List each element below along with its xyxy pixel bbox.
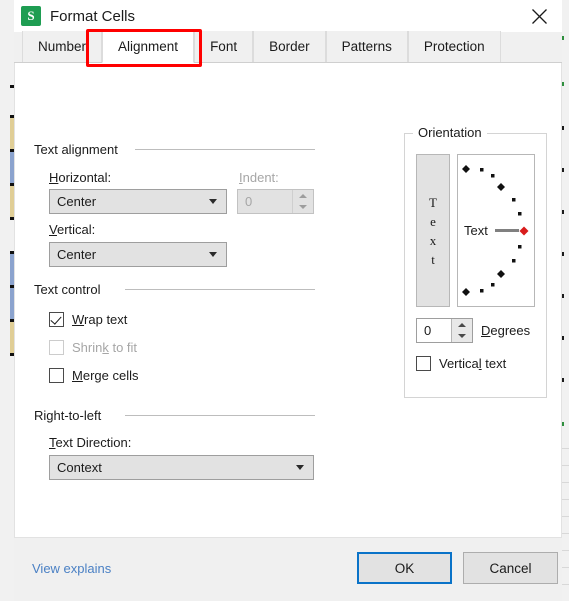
triangle-down-icon — [458, 334, 466, 339]
right-to-left-group-rule — [125, 415, 315, 416]
degrees-increment-button[interactable] — [452, 319, 472, 331]
format-cells-dialog: S Format Cells Number Alignment Font Bor… — [14, 0, 562, 601]
tab-patterns[interactable]: Patterns — [325, 31, 408, 62]
tab-number[interactable]: Number — [22, 31, 103, 62]
text-alignment-group-label: Text alignment — [34, 142, 123, 157]
indent-stepper-buttons[interactable] — [292, 190, 313, 213]
shrink-to-fit-checkbox: Shrink to fit — [49, 340, 137, 355]
tab-bar: Number Alignment Font Border Patterns Pr… — [14, 31, 562, 63]
dial-sample-text: Text — [464, 223, 488, 238]
orientation-dial[interactable]: Text — [457, 154, 535, 307]
shrink-to-fit-label: Shrink to fit — [72, 340, 138, 355]
text-direction-value: Context — [57, 460, 102, 475]
vertical-text-letter-t2: t — [431, 251, 435, 267]
wrap-text-checkbox[interactable]: Wrap text — [49, 312, 127, 327]
wrap-text-label: Wrap text — [72, 312, 128, 327]
tab-border[interactable]: Border — [253, 31, 326, 62]
checkbox-box — [49, 340, 64, 355]
degrees-stepper-buttons[interactable] — [451, 319, 472, 342]
checkbox-box — [416, 356, 431, 371]
close-button[interactable] — [517, 0, 562, 32]
dialog-title: Format Cells — [50, 7, 136, 25]
triangle-up-icon — [299, 193, 307, 198]
vertical-alignment-select[interactable]: Center — [49, 242, 227, 267]
dialog-footer: View explains OK Cancel — [14, 537, 562, 601]
close-icon — [531, 8, 548, 25]
text-alignment-group-rule — [135, 149, 315, 150]
horizontal-alignment-value: Center — [57, 194, 97, 209]
text-control-group-label: Text control — [34, 282, 106, 297]
vertical-alignment-value: Center — [57, 247, 97, 262]
text-direction-label: Text Direction: — [49, 435, 132, 450]
text-control-group-rule — [125, 289, 315, 290]
vertical-text-letter-t1: T — [429, 194, 437, 210]
cancel-button[interactable]: Cancel — [463, 552, 558, 584]
dialog-title-bar: S Format Cells — [14, 0, 562, 32]
chevron-down-icon — [296, 465, 304, 470]
vertical-text-orientation-button[interactable]: T e x t — [416, 154, 450, 307]
vertical-text-letter-e: e — [430, 213, 436, 229]
triangle-up-icon — [458, 322, 466, 327]
degrees-value: 0 — [424, 323, 432, 338]
view-explains-link[interactable]: View explains — [32, 561, 111, 576]
tab-font[interactable]: Font — [194, 31, 254, 62]
checkbox-box — [49, 368, 64, 383]
indent-value: 0 — [245, 194, 253, 209]
spreadsheet-app-icon: S — [21, 6, 41, 26]
vertical-text-checkbox[interactable]: Vertical text — [416, 356, 506, 371]
ok-button[interactable]: OK — [357, 552, 452, 584]
merge-cells-checkbox[interactable]: Merge cells — [49, 368, 138, 383]
orientation-group-label: Orientation — [413, 125, 487, 140]
vertical-text-label: Vertical text — [439, 356, 507, 371]
chevron-down-icon — [209, 199, 217, 204]
indent-stepper[interactable]: 0 — [237, 189, 314, 214]
dialog-content-area: Text alignment Horizontal: Center Indent… — [14, 63, 562, 568]
merge-cells-label: Merge cells — [72, 368, 139, 383]
tab-protection[interactable]: Protection — [407, 31, 501, 62]
right-to-left-group-label: Right-to-left — [34, 408, 107, 423]
degrees-stepper[interactable]: 0 — [416, 318, 473, 343]
checkbox-box — [49, 312, 64, 327]
indent-label: Indent: — [239, 170, 279, 185]
chevron-down-icon — [209, 252, 217, 257]
degrees-decrement-button[interactable] — [452, 331, 472, 343]
orientation-group: T e x t Text 0 Degrees Vertical text — [404, 133, 547, 398]
tab-alignment[interactable]: Alignment — [102, 31, 195, 63]
degrees-label: Degrees — [481, 323, 531, 338]
indent-decrement-button[interactable] — [293, 202, 313, 214]
horizontal-label: Horizontal: — [49, 170, 112, 185]
check-icon — [50, 313, 62, 325]
vertical-text-letter-x: x — [429, 232, 437, 248]
vertical-label: Vertical: — [49, 222, 96, 237]
horizontal-alignment-select[interactable]: Center — [49, 189, 227, 214]
text-direction-select[interactable]: Context — [49, 455, 314, 480]
triangle-down-icon — [299, 205, 307, 210]
indent-increment-button[interactable] — [293, 190, 313, 202]
